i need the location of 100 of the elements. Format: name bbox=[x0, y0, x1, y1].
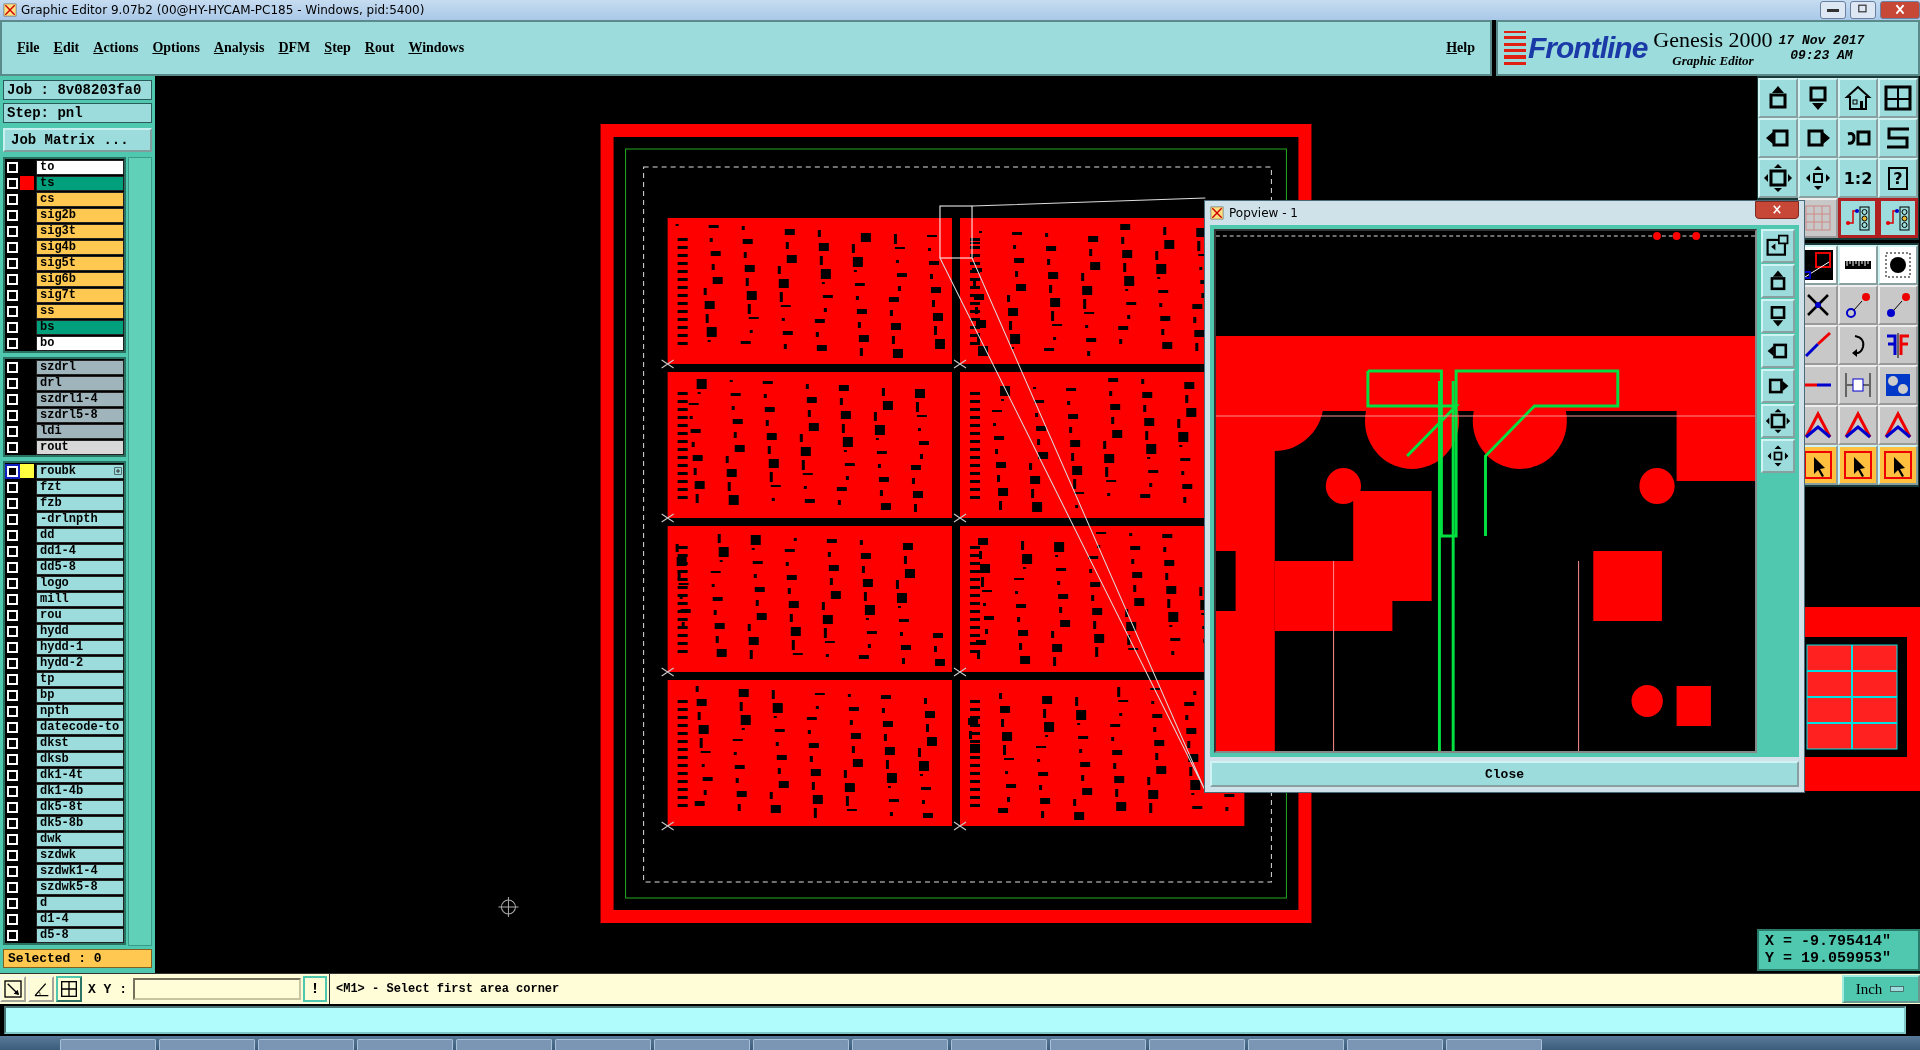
layer-name[interactable]: dksb bbox=[36, 751, 124, 767]
layer-checkbox[interactable] bbox=[7, 361, 18, 373]
menu-item[interactable]: Rout bbox=[359, 38, 400, 58]
menu-item[interactable]: Step bbox=[319, 38, 356, 58]
layer-checkbox[interactable] bbox=[7, 625, 18, 637]
layer-name[interactable]: hydd-1 bbox=[36, 639, 124, 655]
close-button[interactable] bbox=[1755, 201, 1799, 219]
tool-button[interactable]: 1:2 bbox=[1838, 158, 1878, 198]
layer-name[interactable]: hydd bbox=[36, 623, 124, 639]
layer-name[interactable]: sig4b bbox=[36, 239, 124, 255]
layer-name[interactable]: bo bbox=[36, 335, 124, 351]
layer-checkbox[interactable] bbox=[7, 833, 18, 845]
layer-name[interactable]: dkst bbox=[36, 735, 124, 751]
layer-checkbox[interactable] bbox=[7, 609, 18, 621]
layer-name[interactable]: ts bbox=[36, 175, 124, 191]
layer-checkbox[interactable] bbox=[7, 497, 18, 509]
layer-checkbox[interactable] bbox=[7, 257, 18, 269]
layer-checkbox[interactable] bbox=[7, 769, 18, 781]
layer-name[interactable]: sig2b bbox=[36, 207, 124, 223]
layer-name[interactable]: szdrl1-4 bbox=[36, 391, 124, 407]
layer-checkbox[interactable] bbox=[7, 545, 18, 557]
layer-checkbox[interactable] bbox=[7, 705, 18, 717]
layer-name[interactable]: szdrl bbox=[36, 359, 124, 375]
layer-checkbox[interactable] bbox=[7, 817, 18, 829]
layer-checkbox[interactable] bbox=[7, 673, 18, 685]
units-dropdown[interactable]: Inch bbox=[1842, 975, 1920, 1003]
layer-checkbox[interactable] bbox=[7, 657, 18, 669]
layer-checkbox[interactable] bbox=[7, 409, 18, 421]
layer-name[interactable]: ldi bbox=[36, 423, 124, 439]
layer-name[interactable]: szdrl5-8 bbox=[36, 407, 124, 423]
layer-name[interactable]: dwk bbox=[36, 831, 124, 847]
layer-name[interactable]: tp bbox=[36, 671, 124, 687]
layer-checkbox[interactable] bbox=[7, 913, 18, 925]
layer-checkbox[interactable] bbox=[7, 689, 18, 701]
layer-checkbox[interactable] bbox=[7, 321, 18, 333]
menu-item[interactable]: Analysis bbox=[208, 38, 270, 58]
layer-checkbox[interactable] bbox=[7, 737, 18, 749]
layer-checkbox[interactable] bbox=[7, 929, 18, 941]
job-matrix-button[interactable]: Job Matrix ... bbox=[3, 128, 152, 152]
layer-name[interactable]: roubk bbox=[36, 463, 124, 479]
layer-checkbox[interactable] bbox=[7, 225, 18, 237]
layer-checkbox[interactable] bbox=[7, 273, 18, 285]
layer-name[interactable]: ss bbox=[36, 303, 124, 319]
tool-button[interactable] bbox=[1838, 198, 1878, 238]
scroll-track[interactable] bbox=[128, 157, 152, 946]
tool-button[interactable] bbox=[56, 976, 82, 1002]
layer-checkbox[interactable] bbox=[7, 577, 18, 589]
maximize-button[interactable] bbox=[1850, 1, 1876, 19]
close-button[interactable] bbox=[1880, 1, 1920, 19]
layer-checkbox[interactable] bbox=[7, 193, 18, 205]
layer-name[interactable]: datecode-to bbox=[36, 719, 124, 735]
layer-checkbox[interactable] bbox=[7, 481, 18, 493]
execute-button[interactable]: ! bbox=[303, 976, 327, 1002]
menu-item[interactable]: Options bbox=[147, 38, 205, 58]
layer-name[interactable]: npth bbox=[36, 703, 124, 719]
layer-checkbox[interactable] bbox=[7, 785, 18, 797]
layer-checkbox[interactable] bbox=[7, 465, 18, 477]
layer-name[interactable]: bp bbox=[36, 687, 124, 703]
layer-checkbox[interactable] bbox=[7, 561, 18, 573]
layer-name[interactable]: d5-8 bbox=[36, 927, 124, 943]
layer-name[interactable]: dk5-8t bbox=[36, 799, 124, 815]
layer-checkbox[interactable] bbox=[7, 897, 18, 909]
layer-name[interactable]: to bbox=[36, 159, 124, 175]
layer-name[interactable]: d bbox=[36, 895, 124, 911]
menu-item[interactable]: Actions bbox=[88, 38, 144, 58]
menu-item[interactable]: Windows bbox=[403, 38, 470, 58]
layer-name[interactable]: bs bbox=[36, 319, 124, 335]
layer-checkbox[interactable] bbox=[7, 393, 18, 405]
layer-checkbox[interactable] bbox=[7, 593, 18, 605]
layer-name[interactable]: cs bbox=[36, 191, 124, 207]
layer-checkbox[interactable] bbox=[7, 641, 18, 653]
layer-checkbox[interactable] bbox=[7, 177, 18, 189]
layer-name[interactable]: szdwk5-8 bbox=[36, 879, 124, 895]
layer-name[interactable]: fzt bbox=[36, 479, 124, 495]
minimize-button[interactable] bbox=[1820, 1, 1846, 19]
layer-checkbox[interactable] bbox=[7, 881, 18, 893]
xy-input-field[interactable] bbox=[133, 978, 301, 1000]
layer-checkbox[interactable] bbox=[7, 513, 18, 525]
popview-close-button[interactable]: Close bbox=[1210, 761, 1799, 787]
layer-name[interactable]: szdwk bbox=[36, 847, 124, 863]
layer-name[interactable]: szdwk1-4 bbox=[36, 863, 124, 879]
layer-name[interactable]: dk5-8b bbox=[36, 815, 124, 831]
layer-checkbox[interactable] bbox=[7, 241, 18, 253]
layer-checkbox[interactable] bbox=[7, 753, 18, 765]
layer-name[interactable]: dk1-4b bbox=[36, 783, 124, 799]
layer-name[interactable]: hydd-2 bbox=[36, 655, 124, 671]
layer-checkbox[interactable] bbox=[7, 209, 18, 221]
layer-checkbox[interactable] bbox=[7, 425, 18, 437]
layer-name[interactable]: sig6b bbox=[36, 271, 124, 287]
layer-name[interactable]: mill bbox=[36, 591, 124, 607]
menu-item[interactable]: DFM bbox=[273, 38, 316, 58]
layer-checkbox[interactable] bbox=[7, 865, 18, 877]
layer-checkbox[interactable] bbox=[7, 289, 18, 301]
layer-name[interactable]: rout bbox=[36, 439, 124, 455]
layer-checkbox[interactable] bbox=[7, 721, 18, 733]
layer-checkbox[interactable] bbox=[7, 849, 18, 861]
layer-name[interactable]: dd1-4 bbox=[36, 543, 124, 559]
layer-name[interactable]: rou bbox=[36, 607, 124, 623]
layer-name[interactable]: logo bbox=[36, 575, 124, 591]
layer-name[interactable]: sig5t bbox=[36, 255, 124, 271]
